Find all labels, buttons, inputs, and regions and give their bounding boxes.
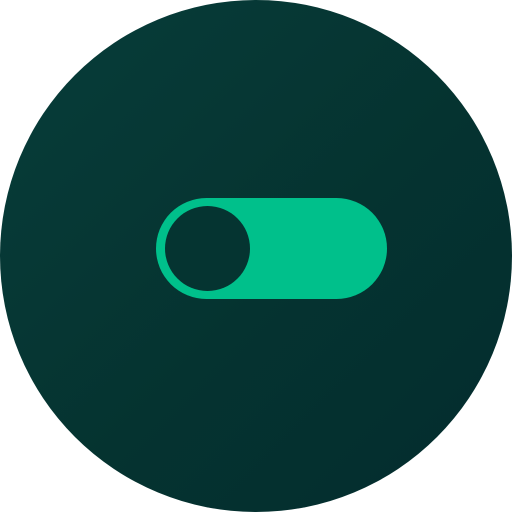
toggle-switch-icon xyxy=(156,198,387,299)
app-icon-circle xyxy=(0,0,512,512)
app-icon-canvas xyxy=(0,0,512,512)
toggle-knob xyxy=(165,206,250,291)
